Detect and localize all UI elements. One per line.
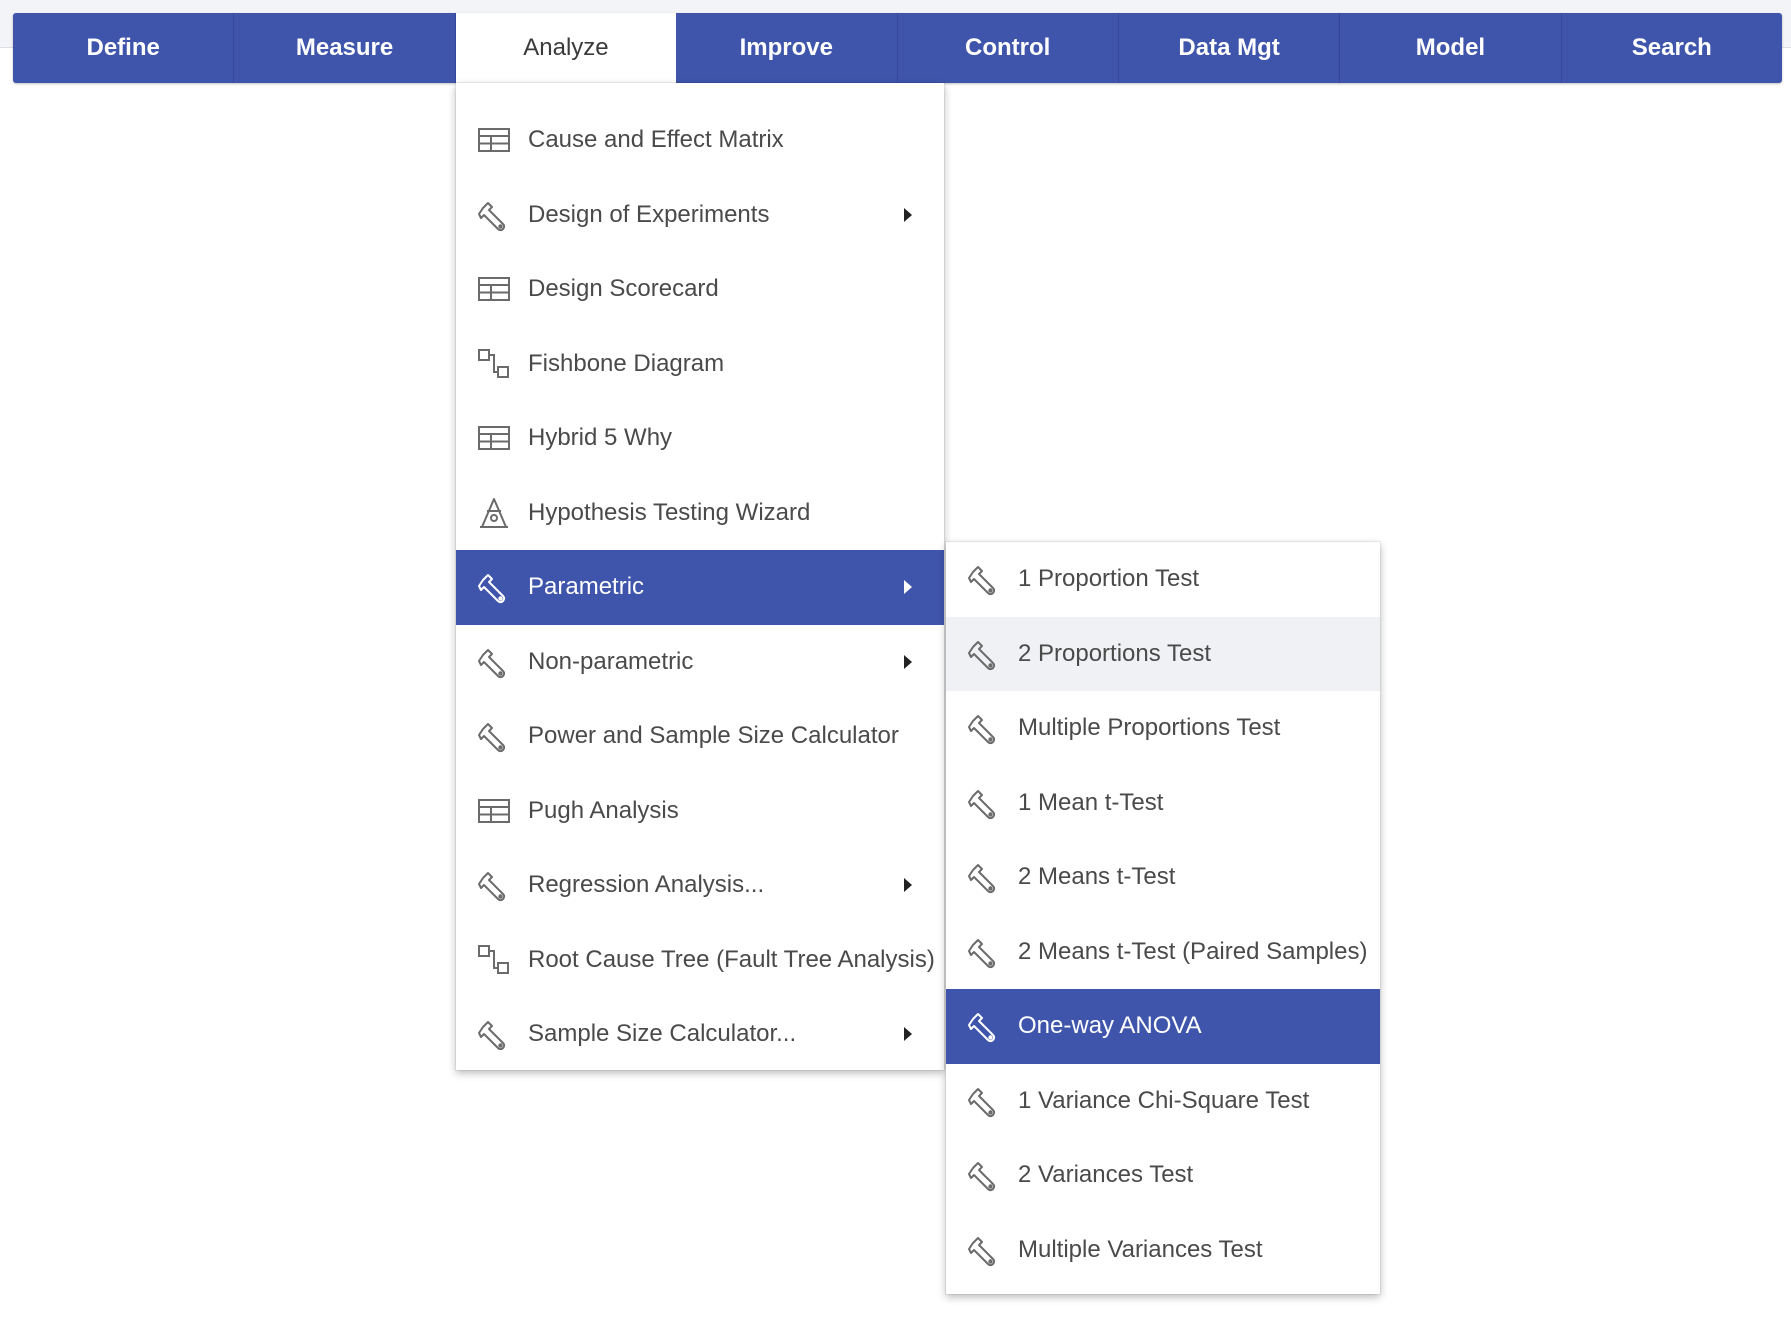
submenu-arrow-icon: [904, 207, 912, 222]
menu-item-label: Power and Sample Size Calculator: [528, 722, 899, 750]
tab-improve[interactable]: Improve: [676, 13, 898, 83]
menu-item-hybrid-5-why[interactable]: Hybrid 5 Why: [456, 401, 944, 476]
table-icon: [476, 271, 512, 307]
menu-item-label: Multiple Variances Test: [1018, 1235, 1263, 1263]
submenu-arrow-icon: [904, 1027, 912, 1042]
submenu-arrow-icon: [904, 580, 912, 595]
menu-item-label: Non-parametric: [528, 647, 694, 675]
menu-item-label: Cause and Effect Matrix: [528, 126, 784, 154]
wrench-icon: [966, 1083, 1002, 1119]
wrench-icon: [476, 197, 512, 233]
tab-search[interactable]: Search: [1562, 13, 1782, 83]
menu-item-label: 2 Variances Test: [1018, 1161, 1194, 1189]
menu-item-1-variance-chi-square-test[interactable]: 1 Variance Chi-Square Test: [946, 1064, 1380, 1139]
menu-item-parametric[interactable]: Parametric: [456, 550, 944, 625]
wrench-icon: [966, 785, 1002, 821]
wrench-icon: [476, 718, 512, 754]
diagram-icon: [476, 942, 512, 978]
menu-item-label: Design Scorecard: [528, 275, 719, 303]
menu-item-label: Design of Experiments: [528, 200, 770, 228]
wrench-icon: [966, 710, 1002, 746]
table-icon: [476, 793, 512, 829]
menu-item-label: One-way ANOVA: [1018, 1012, 1202, 1040]
wrench-icon: [966, 1008, 1002, 1044]
menu-item-label: Fishbone Diagram: [528, 349, 725, 377]
menu-item-pugh-analysis[interactable]: Pugh Analysis: [456, 774, 944, 849]
wrench-icon: [476, 644, 512, 680]
menu-item-cause-and-effect-matrix[interactable]: Cause and Effect Matrix: [456, 103, 944, 178]
menu-item-label: Regression Analysis...: [528, 871, 765, 899]
wrench-icon: [476, 569, 512, 605]
wrench-icon: [966, 1232, 1002, 1268]
menu-item-hypothesis-testing-wizard[interactable]: Hypothesis Testing Wizard: [456, 476, 944, 551]
tab-control[interactable]: Control: [898, 13, 1119, 83]
menu-item-one-way-anova[interactable]: One-way ANOVA: [946, 989, 1380, 1064]
menu-item-design-of-experiments[interactable]: Design of Experiments: [456, 178, 944, 253]
table-icon: [476, 122, 512, 158]
table-icon: [476, 420, 512, 456]
wrench-icon: [476, 1016, 512, 1052]
tab-model[interactable]: Model: [1340, 13, 1562, 83]
menu-item-label: 1 Variance Chi-Square Test: [1018, 1086, 1310, 1114]
wrench-icon: [476, 867, 512, 903]
wrench-icon: [966, 934, 1002, 970]
tab-data-mgt[interactable]: Data Mgt: [1119, 13, 1341, 83]
tab-define[interactable]: Define: [13, 13, 235, 83]
tab-measure[interactable]: Measure: [234, 13, 456, 83]
menu-item-regression-analysis[interactable]: Regression Analysis...: [456, 848, 944, 923]
menu-item-1-mean-t-test[interactable]: 1 Mean t-Test: [946, 766, 1380, 841]
menu-item-label: Sample Size Calculator...: [528, 1020, 797, 1048]
menu-item-label: Parametric: [528, 573, 645, 601]
menu-item-label: 1 Mean t-Test: [1018, 788, 1164, 816]
menu-item-label: Hybrid 5 Why: [528, 424, 673, 452]
menu-item-label: Multiple Proportions Test: [1018, 714, 1281, 742]
menu-item-label: 1 Proportion Test: [1018, 565, 1199, 593]
diagram-icon: [476, 346, 512, 382]
menu-item-label: 2 Proportions Test: [1018, 639, 1211, 667]
menu-item-multiple-proportions-test[interactable]: Multiple Proportions Test: [946, 691, 1380, 766]
menu-item-label: Root Cause Tree (Fault Tree Analysis): [528, 945, 935, 973]
menu-item-design-scorecard[interactable]: Design Scorecard: [456, 252, 944, 327]
wrench-icon: [966, 1157, 1002, 1193]
menu-item-2-means-t-test[interactable]: 2 Means t-Test: [946, 840, 1380, 915]
submenu-arrow-icon: [904, 654, 912, 669]
wrench-icon: [966, 636, 1002, 672]
menu-item-label: 2 Means t-Test: [1018, 863, 1176, 891]
analyze-dropdown-menu: Cause and Effect Matrix Design of Experim…: [456, 83, 944, 1070]
menu-item-multiple-variances-test[interactable]: Multiple Variances Test: [946, 1213, 1380, 1288]
menu-item-2-means-t-test-paired-samples[interactable]: 2 Means t-Test (Paired Samples): [946, 915, 1380, 990]
menu-item-root-cause-tree-fault-tree-analysis[interactable]: Root Cause Tree (Fault Tree Analysis): [456, 923, 944, 998]
app-root: Define Measure Analyze Improve Control Data M…: [0, 0, 1791, 1318]
menu-item-label: Hypothesis Testing Wizard: [528, 498, 811, 526]
submenu-arrow-icon: [904, 878, 912, 893]
main-nav: Define Measure Analyze Improve Control Data M…: [13, 13, 1782, 83]
wizard-icon: [476, 495, 512, 531]
menu-item-label: Pugh Analysis: [528, 796, 679, 824]
parametric-submenu: 1 Proportion Test 2 Proportions Test Multi…: [946, 542, 1380, 1294]
menu-item-2-variances-test[interactable]: 2 Variances Test: [946, 1138, 1380, 1213]
tab-analyze[interactable]: Analyze: [455, 13, 677, 83]
wrench-icon: [966, 859, 1002, 895]
menu-item-sample-size-calculator[interactable]: Sample Size Calculator...: [456, 997, 944, 1072]
menu-item-label: 2 Means t-Test (Paired Samples): [1018, 937, 1368, 965]
wrench-icon: [966, 561, 1002, 597]
menu-item-non-parametric[interactable]: Non-parametric: [456, 625, 944, 700]
menu-item-1-proportion-test[interactable]: 1 Proportion Test: [946, 542, 1380, 617]
menu-item-2-proportions-test[interactable]: 2 Proportions Test: [946, 616, 1380, 691]
menu-item-power-and-sample-size-calculator[interactable]: Power and Sample Size Calculator: [456, 699, 944, 774]
menu-item-fishbone-diagram[interactable]: Fishbone Diagram: [456, 327, 944, 402]
